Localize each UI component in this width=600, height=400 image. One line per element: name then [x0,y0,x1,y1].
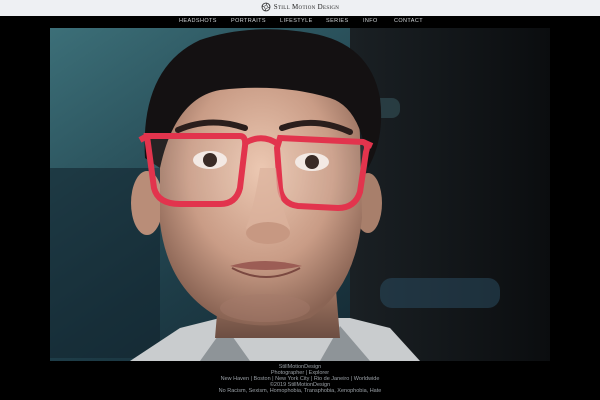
portrait-illustration [50,28,550,361]
site-logo[interactable]: Still Motion Design [0,2,600,12]
nav-portraits[interactable]: Portraits [231,18,266,24]
nav-headshots[interactable]: Headshots [179,18,217,24]
top-bar: Still Motion Design [0,0,600,16]
aperture-icon [261,2,271,12]
logo-text: Still Motion Design [273,3,340,11]
nav-info[interactable]: Info [363,18,378,24]
nav-lifestyle[interactable]: Lifestyle [280,18,313,24]
nav-contact[interactable]: Contact [394,18,423,24]
main-nav: Headshots Portraits Lifestyle Series Inf… [0,16,600,28]
hero-photo [50,28,550,361]
footer-statement: No Racism, Sexism, Homophobia, Transphob… [218,388,382,394]
nav-series[interactable]: Series [326,18,349,24]
footer: StillMotionDesign Photographer | Explore… [0,364,600,394]
